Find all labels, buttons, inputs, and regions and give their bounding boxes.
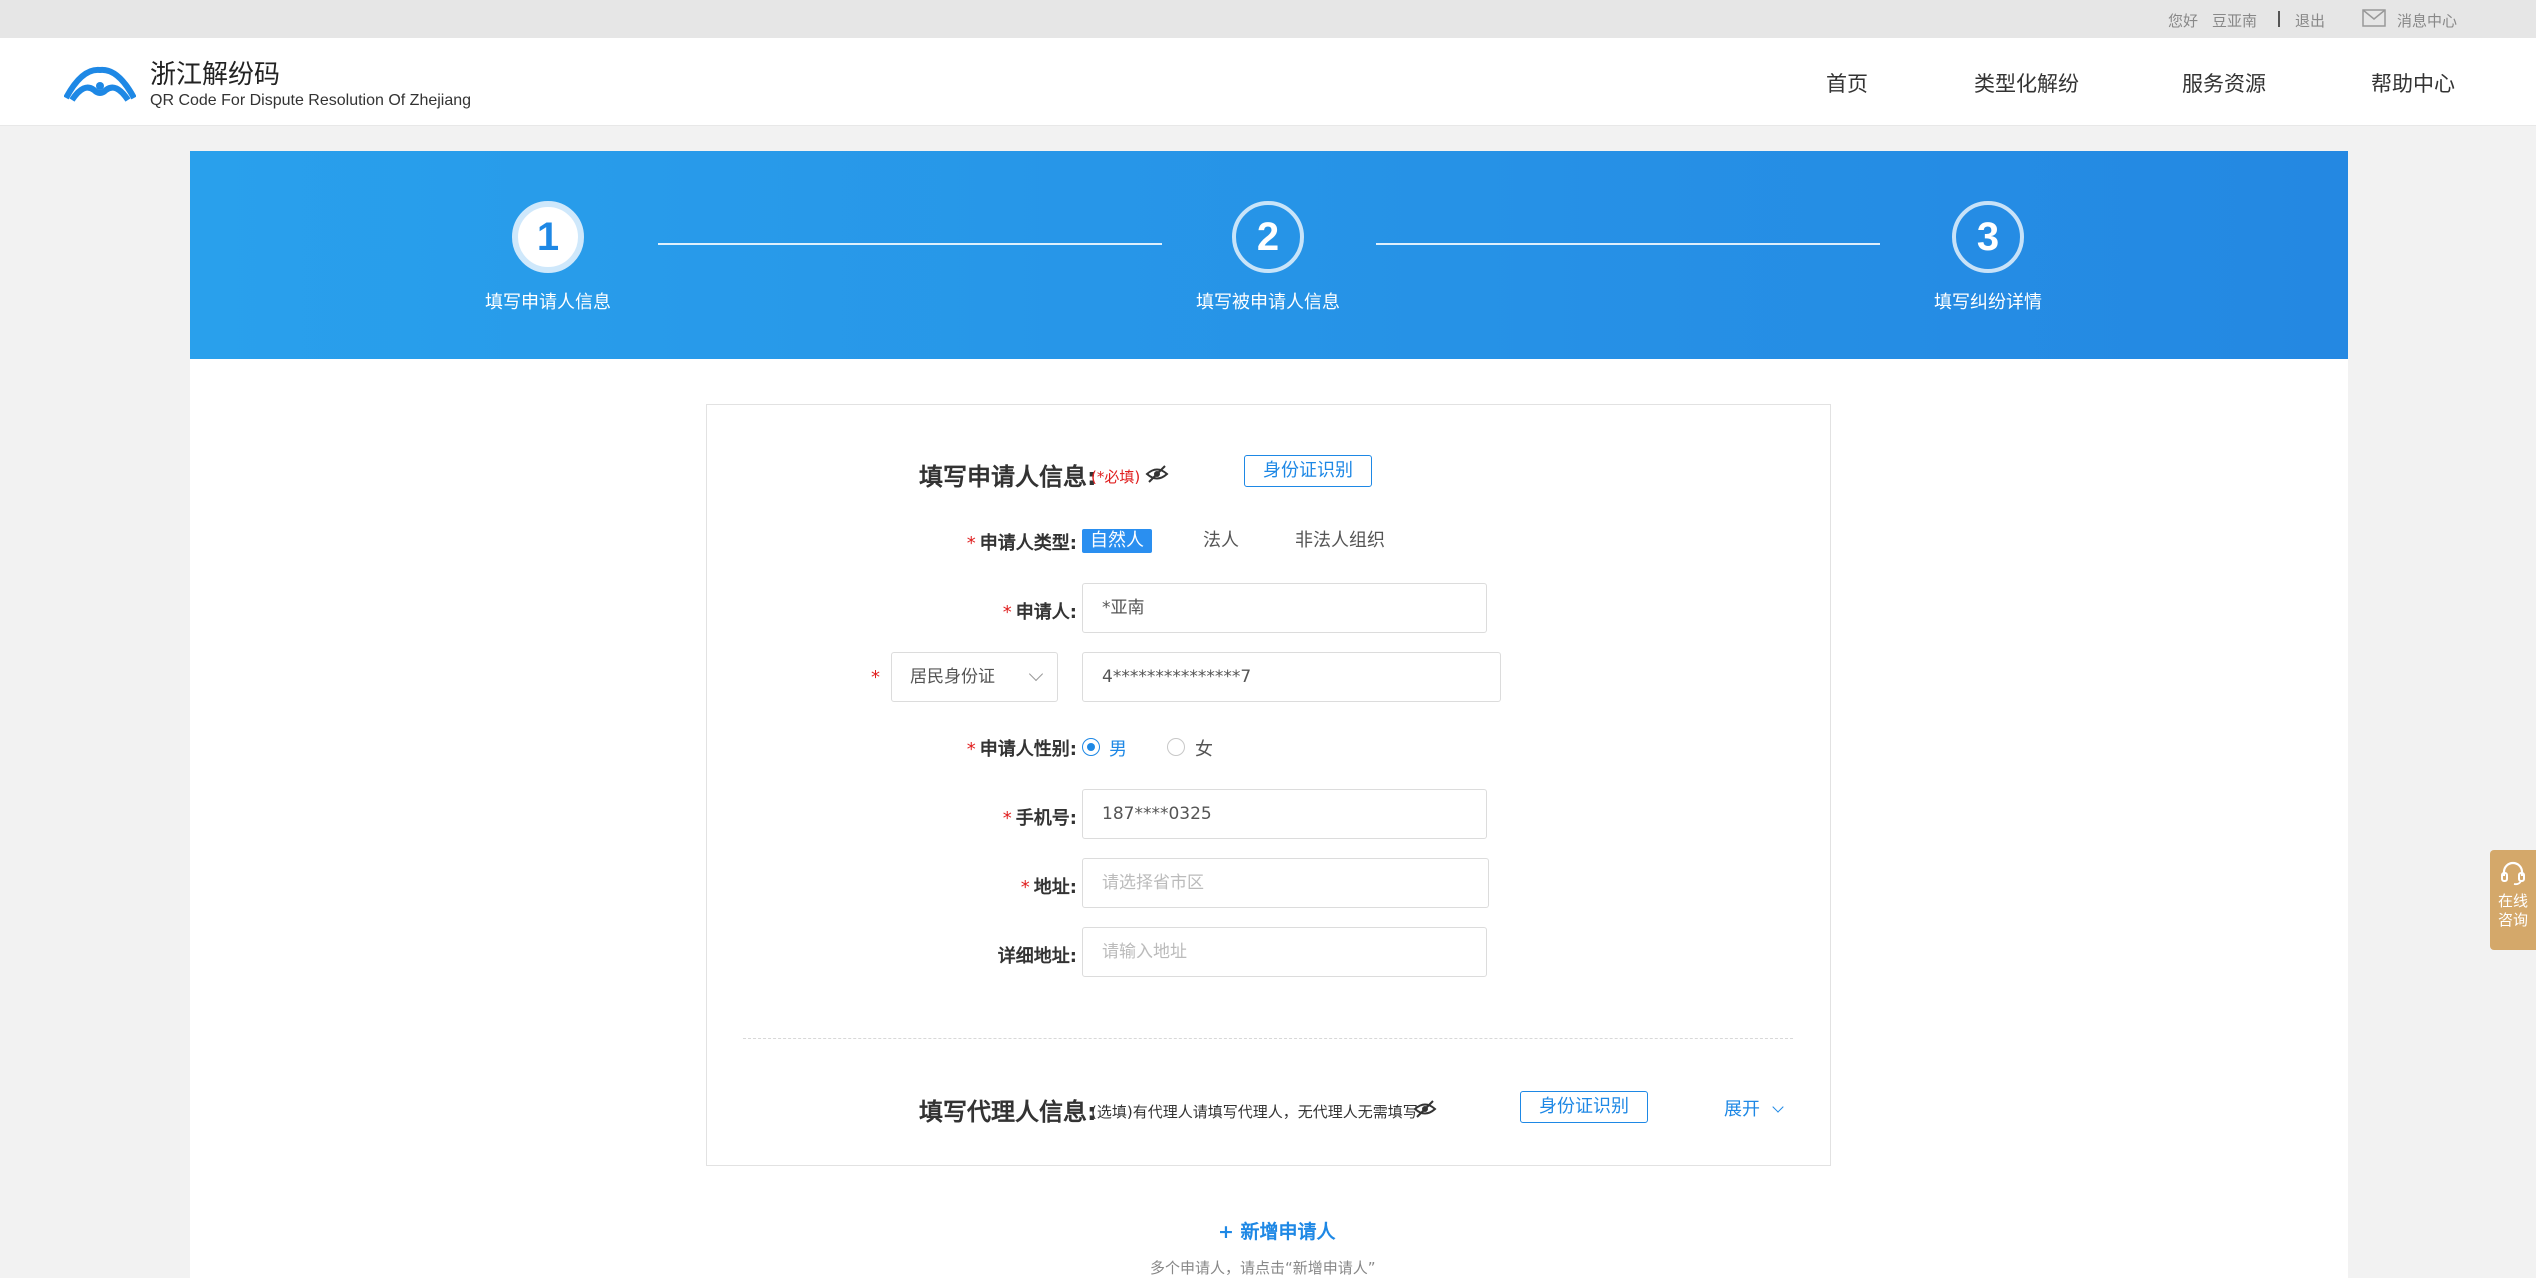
gender-male-label[interactable]: 男	[1109, 735, 1127, 761]
progress-steps: 1 2 3 填写申请人信息 填写被申请人信息 填写纠纷详情	[190, 151, 2348, 359]
required-note: (*必填)	[1091, 468, 1141, 486]
divider	[2278, 11, 2280, 27]
detail-address-input[interactable]: 请输入地址	[1082, 927, 1487, 977]
mail-icon[interactable]	[2362, 8, 2386, 32]
expand-agent-toggle[interactable]: 展开	[1724, 1095, 1784, 1121]
online-consult-widget[interactable]: 在线 咨询	[2490, 850, 2536, 950]
step-3-circle: 3	[1952, 201, 2024, 273]
logout-link[interactable]: 退出	[2295, 10, 2325, 31]
logo-icon[interactable]	[63, 60, 137, 104]
type-option-natural-person[interactable]: 自然人	[1082, 529, 1152, 553]
type-option-unincorporated-org[interactable]: 非法人组织	[1295, 529, 1385, 553]
type-option-legal-person[interactable]: 法人	[1203, 529, 1239, 553]
applicant-form: 填写申请人信息: (*必填) 身份证识别 * 申请人类型: 自然人 法人 非法人组…	[706, 404, 1831, 1166]
gender-female-label[interactable]: 女	[1195, 735, 1213, 761]
detail-address-label: 详细地址:	[997, 946, 1077, 967]
main-content: 1 2 3 填写申请人信息 填写被申请人信息 填写纠纷详情 填写申请人信息: (…	[190, 151, 2348, 1278]
site-header: 浙江解纷码 QR Code For Dispute Resolution Of …	[0, 38, 2536, 126]
step-3-label: 填写纠纷详情	[1934, 292, 2042, 313]
online-consult-line1: 在线	[2497, 892, 2528, 910]
step-2-circle: 2	[1232, 201, 1304, 273]
top-utility-bar: 您好 豆亚南 退出 消息中心	[0, 0, 2536, 38]
gender-female-radio[interactable]	[1167, 738, 1185, 756]
eye-hidden-icon[interactable]	[1413, 1099, 1437, 1119]
agent-id-card-ocr-button[interactable]: 身份证识别	[1520, 1091, 1648, 1123]
applicant-name-input[interactable]: *亚南	[1082, 583, 1487, 633]
address-region-picker[interactable]: 请选择省市区	[1082, 858, 1489, 908]
message-center-link[interactable]: 消息中心	[2397, 10, 2457, 31]
nav-home[interactable]: 首页	[1826, 68, 1868, 98]
step-connector	[658, 243, 1162, 245]
eye-hidden-icon[interactable]	[1145, 464, 1169, 484]
step-2-label: 填写被申请人信息	[1196, 292, 1340, 313]
phone-label: * 手机号:	[1002, 808, 1077, 829]
agent-optional-note: (选填)有代理人请填写代理人，无代理人无需填写	[1091, 1103, 1418, 1121]
step-1-label: 填写申请人信息	[485, 292, 611, 313]
greeting-text: 您好	[2168, 12, 2199, 30]
id-type-value: 居民身份证	[910, 667, 995, 687]
gender-label: * 申请人性别:	[966, 739, 1077, 760]
section-divider	[743, 1038, 1793, 1039]
chevron-down-icon	[1772, 1101, 1784, 1113]
online-consult-line2: 咨询	[2497, 911, 2528, 929]
id-number-input[interactable]: 4***************7	[1082, 652, 1501, 702]
chevron-down-icon	[1028, 666, 1044, 682]
add-applicant-hint: 多个申请人，请点击“新增申请人”	[1150, 1259, 1376, 1277]
address-label: * 地址:	[1020, 877, 1077, 898]
expand-label: 展开	[1724, 1099, 1760, 1120]
applicant-section-title: 填写申请人信息:	[919, 463, 1097, 491]
nav-service-resources[interactable]: 服务资源	[2182, 68, 2266, 98]
step-connector	[1376, 243, 1880, 245]
applicant-name-label: * 申请人:	[1002, 602, 1077, 623]
nav-typed-dispute[interactable]: 类型化解纷	[1974, 68, 2079, 98]
site-subtitle: QR Code For Dispute Resolution Of Zhejia…	[150, 92, 472, 109]
required-star: *	[871, 667, 880, 688]
gender-male-radio[interactable]	[1082, 738, 1100, 756]
site-title: 浙江解纷码	[150, 60, 281, 90]
username-link[interactable]: 豆亚南	[2212, 10, 2257, 31]
id-type-select[interactable]: 居民身份证	[891, 652, 1058, 702]
agent-section-title: 填写代理人信息:	[919, 1098, 1097, 1126]
add-applicant-link[interactable]: + 新增申请人	[1218, 1217, 1336, 1244]
step-1-circle: 1	[512, 201, 584, 273]
headset-icon	[2501, 861, 2525, 886]
applicant-type-label: * 申请人类型:	[966, 533, 1077, 554]
nav-help-center[interactable]: 帮助中心	[2371, 68, 2455, 98]
id-card-ocr-button[interactable]: 身份证识别	[1244, 455, 1372, 487]
phone-input[interactable]: 187****0325	[1082, 789, 1487, 839]
